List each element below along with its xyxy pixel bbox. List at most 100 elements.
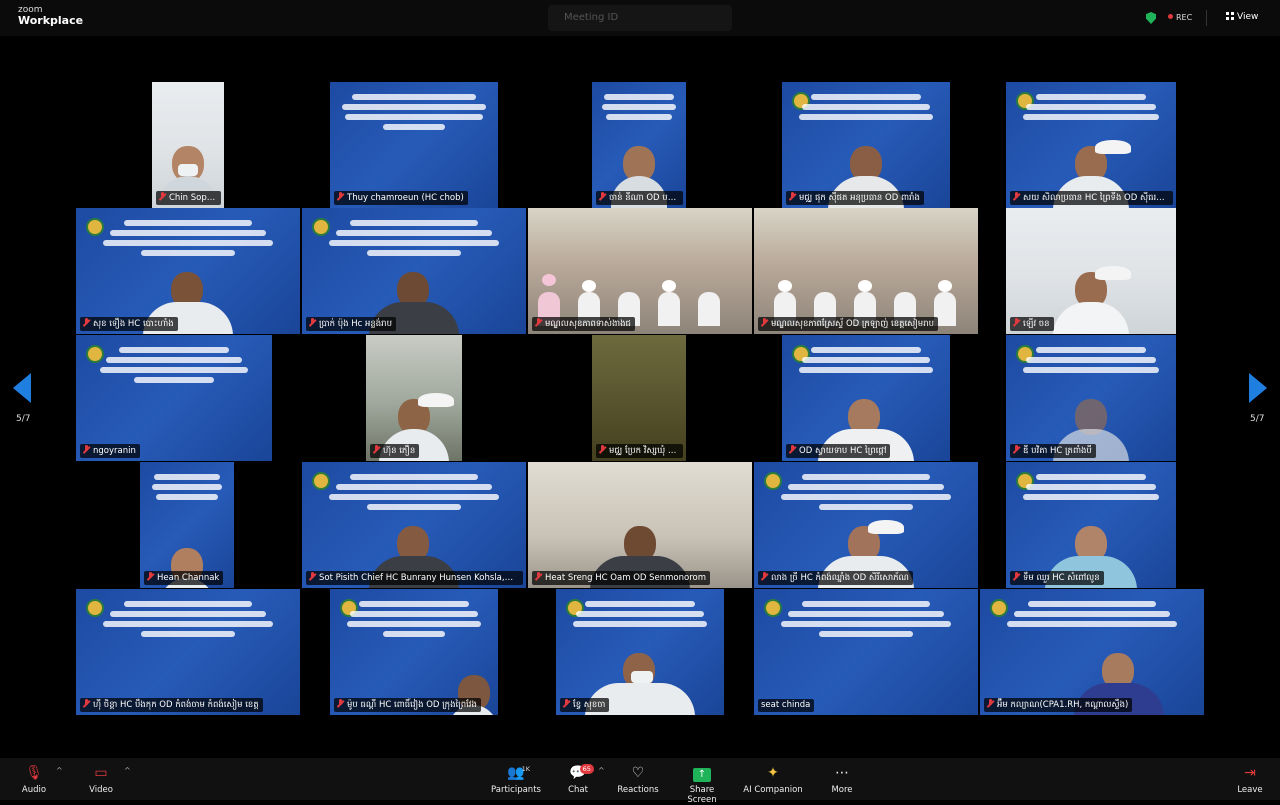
ai-companion-label: AI Companion (743, 785, 803, 795)
video-tile[interactable]: សយ សិលាប្រធាន HC ព្រៃទីង OD ស៊ីធរកណ្ដាល (1006, 82, 1176, 208)
share-screen-icon: ↑ (674, 764, 730, 782)
participant-name: សយ សិលាប្រធាន HC ព្រៃទីង OD ស៊ីធរកណ្ដាល (1010, 191, 1173, 205)
video-tile[interactable]: ទឹម ឈួរ HC សំពៅលូន (1006, 462, 1176, 588)
video-tile[interactable]: អ៊ឹម កល្យាណ(CPA1.RH, កណ្តាលស្ទឹង) (980, 589, 1204, 715)
audio-button[interactable]: 🎙 Audio (18, 762, 50, 795)
chat-button[interactable]: 💬 65 Chat (562, 762, 594, 795)
participant-name: Sot Pisith Chief HC Bunrany Hunsen Kohsl… (306, 571, 523, 585)
top-bar: zoom Workplace Meeting ID REC View (0, 0, 1280, 36)
participant-name: លាង ច្រី HC កំពង់ឈ្នាំង OD សិរីសោភ័ណ (758, 571, 913, 585)
video-tile[interactable]: លាង ច្រី HC កំពង់ឈ្នាំង OD សិរីសោភ័ណ (754, 462, 978, 588)
video-off-icon: ▭ (94, 765, 108, 781)
page-indicator-left: 5/7 (16, 414, 31, 424)
video-tile[interactable]: ម៉ូប ធណ្ដី HC ពោធិ៍វៀង OD ក្រុងព្រៃវែង (330, 589, 498, 715)
participant-name: មជ្ឈ ផុក ស៊ីផត អនុប្រធាន OD ពារាំង (786, 191, 924, 205)
participant-name: ចាន់ នីណា OD បរាយណ៍ ស្ធុក HC កំពង់ធ្ម (596, 191, 683, 205)
participant-name: ngoyranin (80, 444, 140, 458)
next-page-button[interactable] (1249, 373, 1267, 403)
participant-name: ម៉ូប ធណ្ដី HC ពោធិ៍វៀង OD ក្រុងព្រៃវែង (334, 698, 481, 712)
share-screen-button[interactable]: ↑ Share Screen (674, 762, 730, 805)
view-button[interactable]: View (1226, 12, 1258, 22)
participant-name: មជ្ឈ ប្រែក វិស្សឃុំ មន្ទីរពេទ្យបង្អែកមុខ… (596, 444, 683, 458)
reactions-label: Reactions (617, 785, 659, 795)
video-tile[interactable]: ហ៊ុន ភឿន (366, 335, 462, 461)
video-tile[interactable]: មជ្ឈ ប្រែក វិស្សឃុំ មន្ទីរពេទ្យបង្អែកមុខ… (592, 335, 686, 461)
participant-name: ហ៊ី ចិន្តា HC បឹងកុក OD កំពង់ចាម កំពង់សៀ… (80, 698, 263, 712)
participant-name: OD ស្វាយទាប HC ព្រៃផ្ដៅ (786, 444, 891, 458)
meeting-info-pill[interactable]: Meeting ID (548, 5, 732, 31)
mic-muted-icon (535, 318, 542, 327)
participant-name: សុខ ទឿង HC បោះហាំង (80, 317, 178, 331)
mic-muted-icon (599, 445, 606, 454)
mic-muted-icon (1013, 192, 1020, 201)
chat-label: Chat (568, 785, 588, 795)
video-tile[interactable]: Sot Pisith Chief HC Bunrany Hunsen Kohsl… (302, 462, 526, 588)
prev-page-button[interactable] (13, 373, 31, 403)
rec-label: REC (1176, 13, 1193, 22)
participant-name: Chin Sophally (156, 191, 221, 205)
rec-indicator[interactable]: REC (1168, 13, 1192, 22)
grid-icon (1226, 12, 1234, 20)
participant-name: ខែ្វ សុខចា (560, 698, 610, 712)
mic-muted-icon (789, 445, 796, 454)
video-tile[interactable]: Thuy chamroeun (HC chob) (330, 82, 498, 208)
video-tile[interactable]: seat chinda (754, 589, 978, 715)
video-tile[interactable]: សុខ ទឿង HC បោះហាំង (76, 208, 300, 334)
mic-muted-icon (563, 699, 570, 708)
mic-muted-icon (761, 572, 768, 581)
video-options-chevron-icon[interactable]: ^ (124, 766, 131, 775)
view-label: View (1237, 12, 1259, 22)
audio-options-chevron-icon[interactable]: ^ (56, 766, 63, 775)
ai-companion-button[interactable]: ✦ AI Companion (742, 762, 804, 795)
video-tile[interactable]: មជ្ឈ ផុក ស៊ីផត អនុប្រធាន OD ពារាំង (782, 82, 950, 208)
shield-icon[interactable] (1146, 12, 1156, 24)
page-indicator-right: 5/7 (1250, 414, 1265, 424)
divider (1206, 10, 1207, 26)
heart-icon: ♡ (631, 765, 645, 781)
mic-muted-icon (1013, 318, 1020, 327)
participant-name: ឡេីវ ចន (1010, 317, 1054, 331)
participant-name: seat chinda (758, 699, 815, 712)
video-tile[interactable]: Chin Sophally (152, 82, 224, 208)
video-tile[interactable]: ហ៊ី ចិន្តា HC បឹងកុក OD កំពង់ចាម កំពង់សៀ… (76, 589, 300, 715)
mic-muted-icon (373, 445, 380, 454)
video-tile[interactable]: មណ្ឌលសុខភាពស្រែស្ទ័ OD ក្រឡាញ់ ខេត្តសៀមរ… (754, 208, 978, 334)
mic-muted-icon (83, 445, 90, 454)
participant-name: Heat Sreng HC Oam OD Senmonorom (532, 571, 710, 585)
rec-dot-icon (1168, 14, 1173, 19)
leave-icon: ⇥ (1244, 765, 1256, 781)
video-tile[interactable]: Heat Sreng HC Oam OD Senmonorom (528, 462, 752, 588)
more-button[interactable]: ⋯ More (826, 762, 858, 795)
mic-muted-icon (337, 699, 344, 708)
participants-icon: 👥 (507, 765, 525, 781)
mic-muted-icon (83, 318, 90, 327)
chat-options-chevron-icon[interactable]: ^ (598, 766, 605, 775)
participant-name: ទឹម ឈួរ HC សំពៅលូន (1010, 571, 1104, 585)
video-tile[interactable]: OD ស្វាយទាប HC ព្រៃផ្ដៅ (782, 335, 950, 461)
participants-button[interactable]: 👥 1K Participants (488, 762, 544, 795)
video-tile[interactable]: មណ្ឌលសុខភាពទាស់ងាងជ (528, 208, 752, 334)
video-tile[interactable]: ឡេីវ ចន (1006, 208, 1176, 334)
share-label: Share Screen (687, 785, 717, 805)
meeting-toolbar: 🎙 Audio ^ ▭ Video ^ 👥 1K Participants 💬 … (0, 758, 1280, 805)
mic-muted-icon (599, 192, 606, 201)
mic-muted-icon (1013, 572, 1020, 581)
mic-muted-icon (761, 318, 768, 327)
mic-muted-icon (789, 192, 796, 201)
video-tile[interactable]: ខែ្វ សុខចា (556, 589, 724, 715)
video-tile[interactable]: ប្រាក់ ប៉ុង Hc អន្លង់រាប (302, 208, 526, 334)
mic-muted-icon (535, 572, 542, 581)
leave-button[interactable]: ⇥ Leave (1234, 762, 1266, 795)
video-tile[interactable]: ចាន់ នីណា OD បរាយណ៍ ស្ធុក HC កំពង់ធ្ម (592, 82, 686, 208)
participant-name: ប្រាក់ ប៉ុង Hc អន្លង់រាប (306, 317, 396, 331)
mic-muted-icon (83, 699, 90, 708)
mic-muted-icon (147, 572, 154, 581)
video-button[interactable]: ▭ Video (84, 762, 118, 795)
banner-text (336, 90, 492, 134)
zoom-logo: zoom Workplace (18, 6, 83, 27)
video-tile[interactable]: ឌី បវិតា HC ត្រពាំងបី (1006, 335, 1176, 461)
video-tile[interactable]: Hean Channak (140, 462, 234, 588)
video-tile[interactable]: ngoyranin (76, 335, 272, 461)
participant-name: មណ្ឌលសុខភាពស្រែស្ទ័ OD ក្រឡាញ់ ខេត្តសៀមរ… (758, 317, 938, 331)
reactions-button[interactable]: ♡ Reactions (614, 762, 662, 795)
